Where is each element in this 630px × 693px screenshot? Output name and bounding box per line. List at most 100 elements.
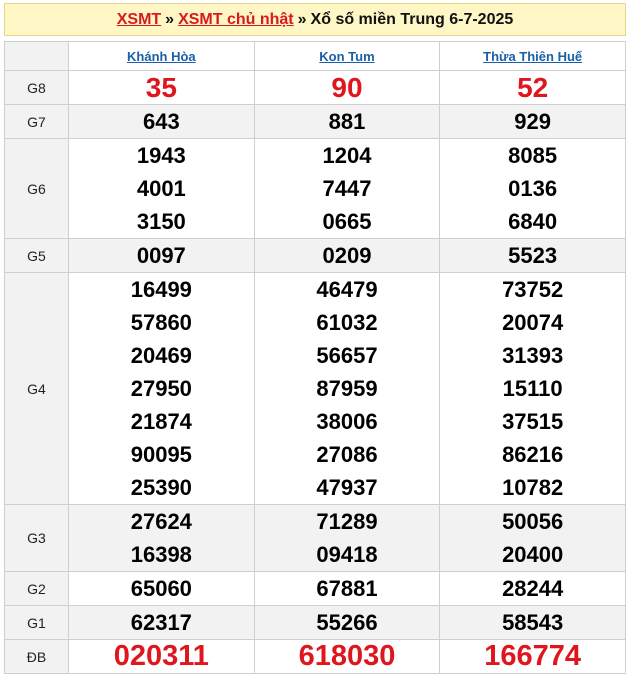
province-header[interactable]: Thừa Thiên Huế [439, 41, 626, 71]
prize-cell: 16499 57860 20469 27950 21874 90095 25390 [68, 272, 255, 505]
prize-label: G8 [4, 70, 69, 105]
prize-number: 3150 [136, 209, 186, 234]
prize-number: 86216 [502, 442, 564, 467]
prize-number: 15110 [502, 376, 563, 401]
prize-number: 09418 [316, 542, 378, 567]
breadcrumb-link-xsmt[interactable]: XSMT [117, 11, 161, 29]
prize-cell: 166774 [439, 639, 626, 674]
prize-row-đb: ĐB 020311 618030 166774 [4, 639, 626, 674]
breadcrumb-separator: » [165, 10, 175, 28]
prize-number: 90 [331, 72, 363, 103]
prize-number: 27624 [130, 509, 192, 534]
prize-cell: 35 [68, 70, 255, 105]
prize-number: 4001 [136, 176, 186, 201]
prize-cell: 881 [253, 104, 441, 139]
breadcrumb: XSMT » XSMT chủ nhật » Xổ số miền Trung … [4, 3, 626, 36]
results-page: XSMT » XSMT chủ nhật » Xổ số miền Trung … [0, 0, 630, 693]
prize-cell: 65060 [68, 571, 255, 606]
prize-number: 16499 [130, 277, 192, 302]
province-link-thua-thien-hue[interactable]: Thừa Thiên Huế [483, 49, 582, 64]
prize-row-g2: G2 65060 67881 28244 [4, 571, 626, 606]
prize-number: 90095 [130, 442, 192, 467]
prize-number: 28244 [502, 576, 564, 601]
prize-cell: 62317 [68, 605, 255, 640]
prize-number: 73752 [502, 277, 564, 302]
prize-number: 7447 [322, 176, 372, 201]
prize-row-g3: G3 27624 16398 71289 09418 50056 20400 [4, 504, 626, 572]
prize-row-g1: G1 62317 55266 58543 [4, 605, 626, 640]
prize-number: 16398 [130, 542, 192, 567]
prize-number: 37515 [502, 409, 564, 434]
prize-label: G2 [4, 571, 69, 606]
prize-cell: 020311 [68, 639, 255, 674]
province-link-khanh-hoa[interactable]: Khánh Hòa [127, 49, 196, 64]
prize-number: 0136 [508, 176, 558, 201]
prize-number: 881 [328, 109, 366, 134]
prize-label: G4 [4, 272, 69, 505]
prize-row-g5: G5 0097 0209 5523 [4, 238, 626, 273]
prize-number: 618030 [298, 640, 396, 672]
prize-cell: 27624 16398 [68, 504, 255, 572]
prize-number: 25390 [130, 475, 192, 500]
prize-number: 61032 [316, 310, 378, 335]
prize-cell: 643 [68, 104, 255, 139]
prize-number: 27086 [316, 442, 378, 467]
prize-cell: 50056 20400 [439, 504, 626, 572]
prize-number: 31393 [502, 343, 564, 368]
prize-cell: 0097 [68, 238, 255, 273]
prize-number: 6840 [508, 209, 558, 234]
prize-cell: 71289 09418 [253, 504, 441, 572]
prize-number: 1204 [322, 143, 372, 168]
prize-cell: 58543 [439, 605, 626, 640]
prize-cell: 1204 7447 0665 [253, 138, 441, 239]
prize-number: 65060 [130, 576, 192, 601]
prize-cell: 1943 4001 3150 [68, 138, 255, 239]
prize-row-g8: G8 35 90 52 [4, 70, 626, 105]
prize-cell: 929 [439, 104, 626, 139]
prize-label: G6 [4, 138, 69, 239]
prize-cell: 0209 [253, 238, 441, 273]
prize-number: 20469 [130, 343, 192, 368]
province-header[interactable]: Khánh Hòa [68, 41, 255, 71]
prize-number: 166774 [484, 640, 582, 672]
prize-number: 56657 [316, 343, 378, 368]
prize-number: 0209 [322, 243, 372, 268]
prize-number: 643 [142, 109, 180, 134]
prize-label: ĐB [4, 639, 69, 674]
prize-number: 20074 [502, 310, 564, 335]
prize-label: G1 [4, 605, 69, 640]
prize-cell: 67881 [253, 571, 441, 606]
prize-number: 52 [517, 72, 549, 103]
prize-number: 5523 [508, 243, 558, 268]
prize-cell: 8085 0136 6840 [439, 138, 626, 239]
prize-number: 71289 [316, 509, 378, 534]
province-header-row: Khánh Hòa Kon Tum Thừa Thiên Huế [4, 41, 626, 71]
prize-row-g6: G6 1943 4001 3150 1204 7447 0665 8085 0136 6840 [4, 138, 626, 239]
prize-cell: 618030 [253, 639, 441, 674]
province-header[interactable]: Kon Tum [253, 41, 441, 71]
prize-number: 20400 [502, 542, 564, 567]
breadcrumb-separator: » [297, 10, 307, 28]
prize-cell: 28244 [439, 571, 626, 606]
prize-number: 87959 [316, 376, 378, 401]
prize-cell: 52 [439, 70, 626, 105]
prize-number: 50056 [502, 509, 564, 534]
page-title: Xổ số miền Trung 6-7-2025 [310, 10, 514, 28]
prize-number: 58543 [502, 610, 564, 635]
prize-number: 8085 [508, 143, 558, 168]
prize-number: 62317 [130, 610, 192, 635]
prize-number: 27950 [130, 376, 192, 401]
prize-label: G3 [4, 504, 69, 572]
prize-number: 57860 [130, 310, 192, 335]
prize-cell: 90 [253, 70, 441, 105]
prize-number: 929 [514, 109, 552, 134]
prize-number: 38006 [316, 409, 378, 434]
prize-rows: G8 35 90 52 G7 643 881 929 G6 1943 4001 3150 1204 744… [4, 70, 626, 674]
prize-number: 020311 [113, 640, 209, 672]
prize-row-g7: G7 643 881 929 [4, 104, 626, 139]
prize-row-g4: G4 16499 57860 20469 27950 21874 90095 25390 464… [4, 272, 626, 505]
prize-number: 10782 [502, 475, 564, 500]
province-link-kon-tum[interactable]: Kon Tum [319, 49, 374, 64]
breadcrumb-link-xsmt-sunday[interactable]: XSMT chủ nhật [178, 11, 294, 29]
prize-number: 0665 [322, 209, 372, 234]
